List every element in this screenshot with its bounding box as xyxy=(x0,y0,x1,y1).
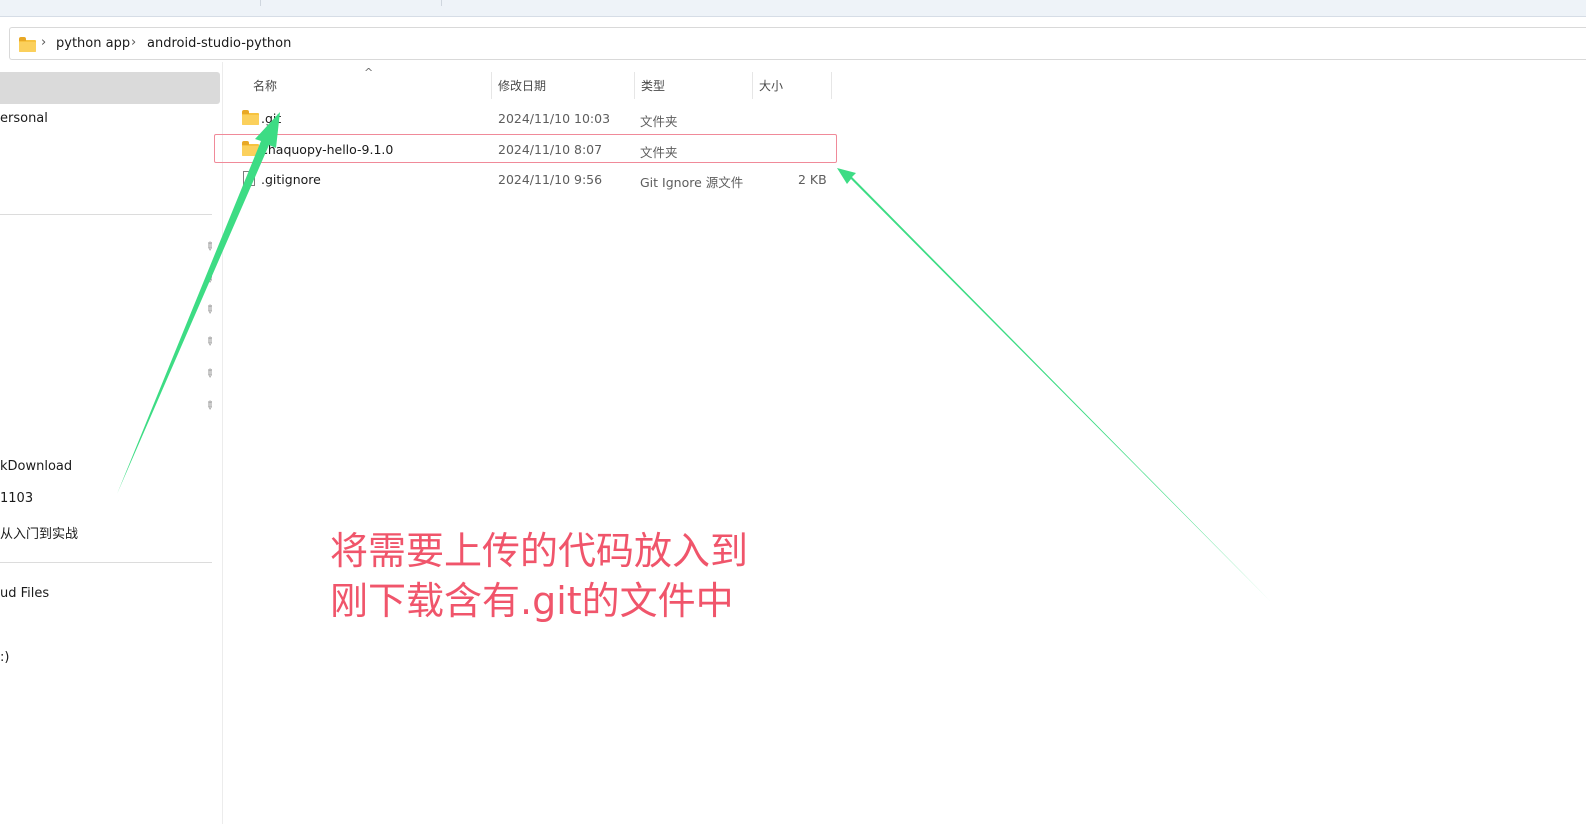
arrow-left xyxy=(117,112,280,494)
annotation-arrows xyxy=(117,112,1282,613)
annotation-line-1: 将需要上传的代码放入到 xyxy=(330,529,749,573)
annotation-text: 将需要上传的代码放入到 刚下载含有.git的文件中 xyxy=(330,526,748,626)
annotation-line-2: 刚下载含有.git的文件中 xyxy=(330,579,734,623)
arrow-right xyxy=(837,168,1282,613)
